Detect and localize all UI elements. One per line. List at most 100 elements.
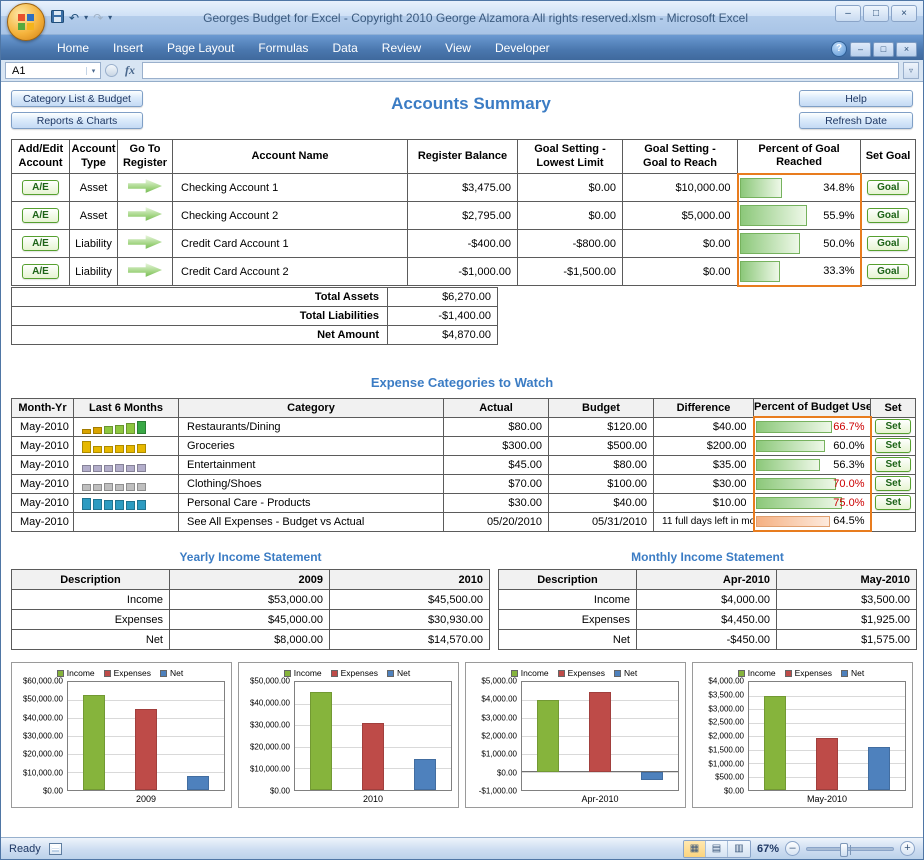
set-goal-button[interactable]: Goal xyxy=(867,236,909,251)
help-icon[interactable]: ? xyxy=(831,41,847,57)
go-to-register-arrow-icon[interactable] xyxy=(128,235,162,250)
set-budget-button[interactable]: Set xyxy=(875,419,911,434)
app-close-button[interactable]: × xyxy=(891,5,917,22)
insert-function-icon[interactable] xyxy=(105,64,118,77)
workbook-restore-button[interactable]: □ xyxy=(873,42,894,57)
help-button[interactable]: Help xyxy=(799,90,913,107)
fx-icon[interactable]: fx xyxy=(122,63,138,78)
legend-expenses: Expenses xyxy=(104,668,151,678)
refresh-date-button[interactable]: Refresh Date xyxy=(799,112,913,129)
set-budget-button[interactable]: Set xyxy=(875,457,911,472)
tab-home[interactable]: Home xyxy=(45,37,101,60)
undo-icon[interactable]: ↶ xyxy=(69,11,79,25)
legend-net: Net xyxy=(387,668,410,678)
add-edit-account-button[interactable]: A/E xyxy=(22,208,59,223)
chart-bar-income xyxy=(537,700,559,772)
view-shortcuts: ▦ ▤ ▥ xyxy=(683,840,751,858)
header-description: Description xyxy=(499,570,637,590)
undo-dropdown-icon[interactable]: ▾ xyxy=(84,11,88,25)
set-budget-button[interactable]: Set xyxy=(875,495,911,510)
office-button[interactable] xyxy=(7,3,45,41)
formula-input[interactable] xyxy=(142,62,899,79)
zoom-level-label[interactable]: 67% xyxy=(757,843,779,855)
category-cell: Personal Care - Products xyxy=(179,493,444,512)
set-goal-button[interactable]: Goal xyxy=(867,208,909,223)
add-edit-account-button[interactable]: A/E xyxy=(22,236,59,251)
monthly-income-table: Description Apr-2010 May-2010 Income $4,… xyxy=(498,569,917,650)
normal-view-button[interactable]: ▦ xyxy=(684,841,706,857)
yearly-income-title: Yearly Income Statement xyxy=(11,550,490,564)
value-2010: $14,570.00 xyxy=(330,630,490,650)
value-apr: $4,000.00 xyxy=(637,590,777,610)
value-may: $1,925.00 xyxy=(777,610,917,630)
workbook-minimize-button[interactable]: – xyxy=(850,42,871,57)
category-list-budget-button[interactable]: Category List & Budget xyxy=(11,90,143,107)
budget-cell: $120.00 xyxy=(549,417,654,436)
header-account-type: Account Type xyxy=(70,140,118,174)
title-bar: ↶ ▾ ↷ ▾ Georges Budget for Excel - Copyr… xyxy=(1,1,923,35)
goal-percent-label: 34.8% xyxy=(739,182,860,194)
header-add-edit-account: Add/Edit Account xyxy=(12,140,70,174)
zoom-slider-thumb[interactable] xyxy=(840,843,848,857)
save-icon[interactable] xyxy=(51,10,64,26)
register-balance-cell: -$1,000.00 xyxy=(408,258,518,286)
add-edit-account-button[interactable]: A/E xyxy=(22,180,59,195)
workbook-close-button[interactable]: × xyxy=(896,42,917,57)
set-budget-button[interactable]: Set xyxy=(875,438,911,453)
header-last-6-months: Last 6 Months xyxy=(74,398,179,417)
name-box[interactable]: A1 ▾ xyxy=(5,62,101,79)
qat-customize-icon[interactable]: ▾ xyxy=(108,11,112,25)
chart-bar-expenses xyxy=(816,738,838,790)
header-go-to-register: Go To Register xyxy=(118,140,173,174)
net-amount-value: $4,870.00 xyxy=(388,325,498,344)
page-break-view-button[interactable]: ▥ xyxy=(728,841,750,857)
set-goal-button[interactable]: Goal xyxy=(867,264,909,279)
goal-percent-label: 50.0% xyxy=(739,238,860,250)
zoom-out-button[interactable]: – xyxy=(785,841,800,856)
app-minimize-button[interactable]: – xyxy=(835,5,861,22)
accounts-summary-title: Accounts Summary xyxy=(143,90,799,114)
reports-charts-button[interactable]: Reports & Charts xyxy=(11,112,143,129)
go-to-register-arrow-icon[interactable] xyxy=(128,263,162,278)
chart-x-label: 2010 xyxy=(294,791,452,806)
difference-cell: $30.00 xyxy=(654,474,754,493)
percent-budget-cell: 66.7% xyxy=(754,417,871,436)
account-type-cell: Asset xyxy=(70,174,118,202)
yearly-income-table: Description 2009 2010 Income $53,000.00 … xyxy=(11,569,490,650)
charts-row: IncomeExpensesNet $60,000.00$50,000.00$4… xyxy=(11,662,913,808)
header-apr-2010: Apr-2010 xyxy=(637,570,777,590)
chart-apr-2010[interactable]: IncomeExpensesNet $5,000.00$4,000.00$3,0… xyxy=(465,662,686,808)
page-layout-view-button[interactable]: ▤ xyxy=(706,841,728,857)
tab-formulas[interactable]: Formulas xyxy=(246,37,320,60)
tab-developer[interactable]: Developer xyxy=(483,37,562,60)
chart-2009[interactable]: IncomeExpensesNet $60,000.00$50,000.00$4… xyxy=(11,662,232,808)
value-2009: $53,000.00 xyxy=(170,590,330,610)
app-restore-button[interactable]: □ xyxy=(863,5,889,22)
tab-view[interactable]: View xyxy=(433,37,483,60)
go-to-register-arrow-icon[interactable] xyxy=(128,207,162,222)
net-amount-label: Net Amount xyxy=(12,325,388,344)
total-assets-label: Total Assets xyxy=(12,287,388,306)
go-to-register-arrow-icon[interactable] xyxy=(128,179,162,194)
formula-bar-expand-icon[interactable]: ▿ xyxy=(903,62,919,79)
zoom-in-button[interactable]: + xyxy=(900,841,915,856)
chart-may-2010[interactable]: IncomeExpensesNet $4,000.00$3,500.00$3,0… xyxy=(692,662,913,808)
name-box-dropdown-icon[interactable]: ▾ xyxy=(86,67,100,75)
total-row: Net Amount $4,870.00 xyxy=(12,325,498,344)
percent-goal-cell: 55.9% xyxy=(738,202,861,230)
tab-review[interactable]: Review xyxy=(370,37,433,60)
add-edit-account-button[interactable]: A/E xyxy=(22,264,59,279)
set-budget-button[interactable]: Set xyxy=(875,476,911,491)
value-may: $3,500.00 xyxy=(777,590,917,610)
macro-record-icon[interactable] xyxy=(49,843,62,855)
actual-cell: $80.00 xyxy=(444,417,549,436)
percent-goal-cell: 34.8% xyxy=(738,174,861,202)
tab-page-layout[interactable]: Page Layout xyxy=(155,37,246,60)
zoom-slider[interactable] xyxy=(806,847,894,851)
set-goal-button[interactable]: Goal xyxy=(867,180,909,195)
tab-data[interactable]: Data xyxy=(320,37,369,60)
chart-2010[interactable]: IncomeExpensesNet $50,000.00$40,000.00$3… xyxy=(238,662,459,808)
account-row: A/E Asset Checking Account 1 $3,475.00 $… xyxy=(12,174,916,202)
tab-insert[interactable]: Insert xyxy=(101,37,155,60)
category-cell: Restaurants/Dining xyxy=(179,417,444,436)
